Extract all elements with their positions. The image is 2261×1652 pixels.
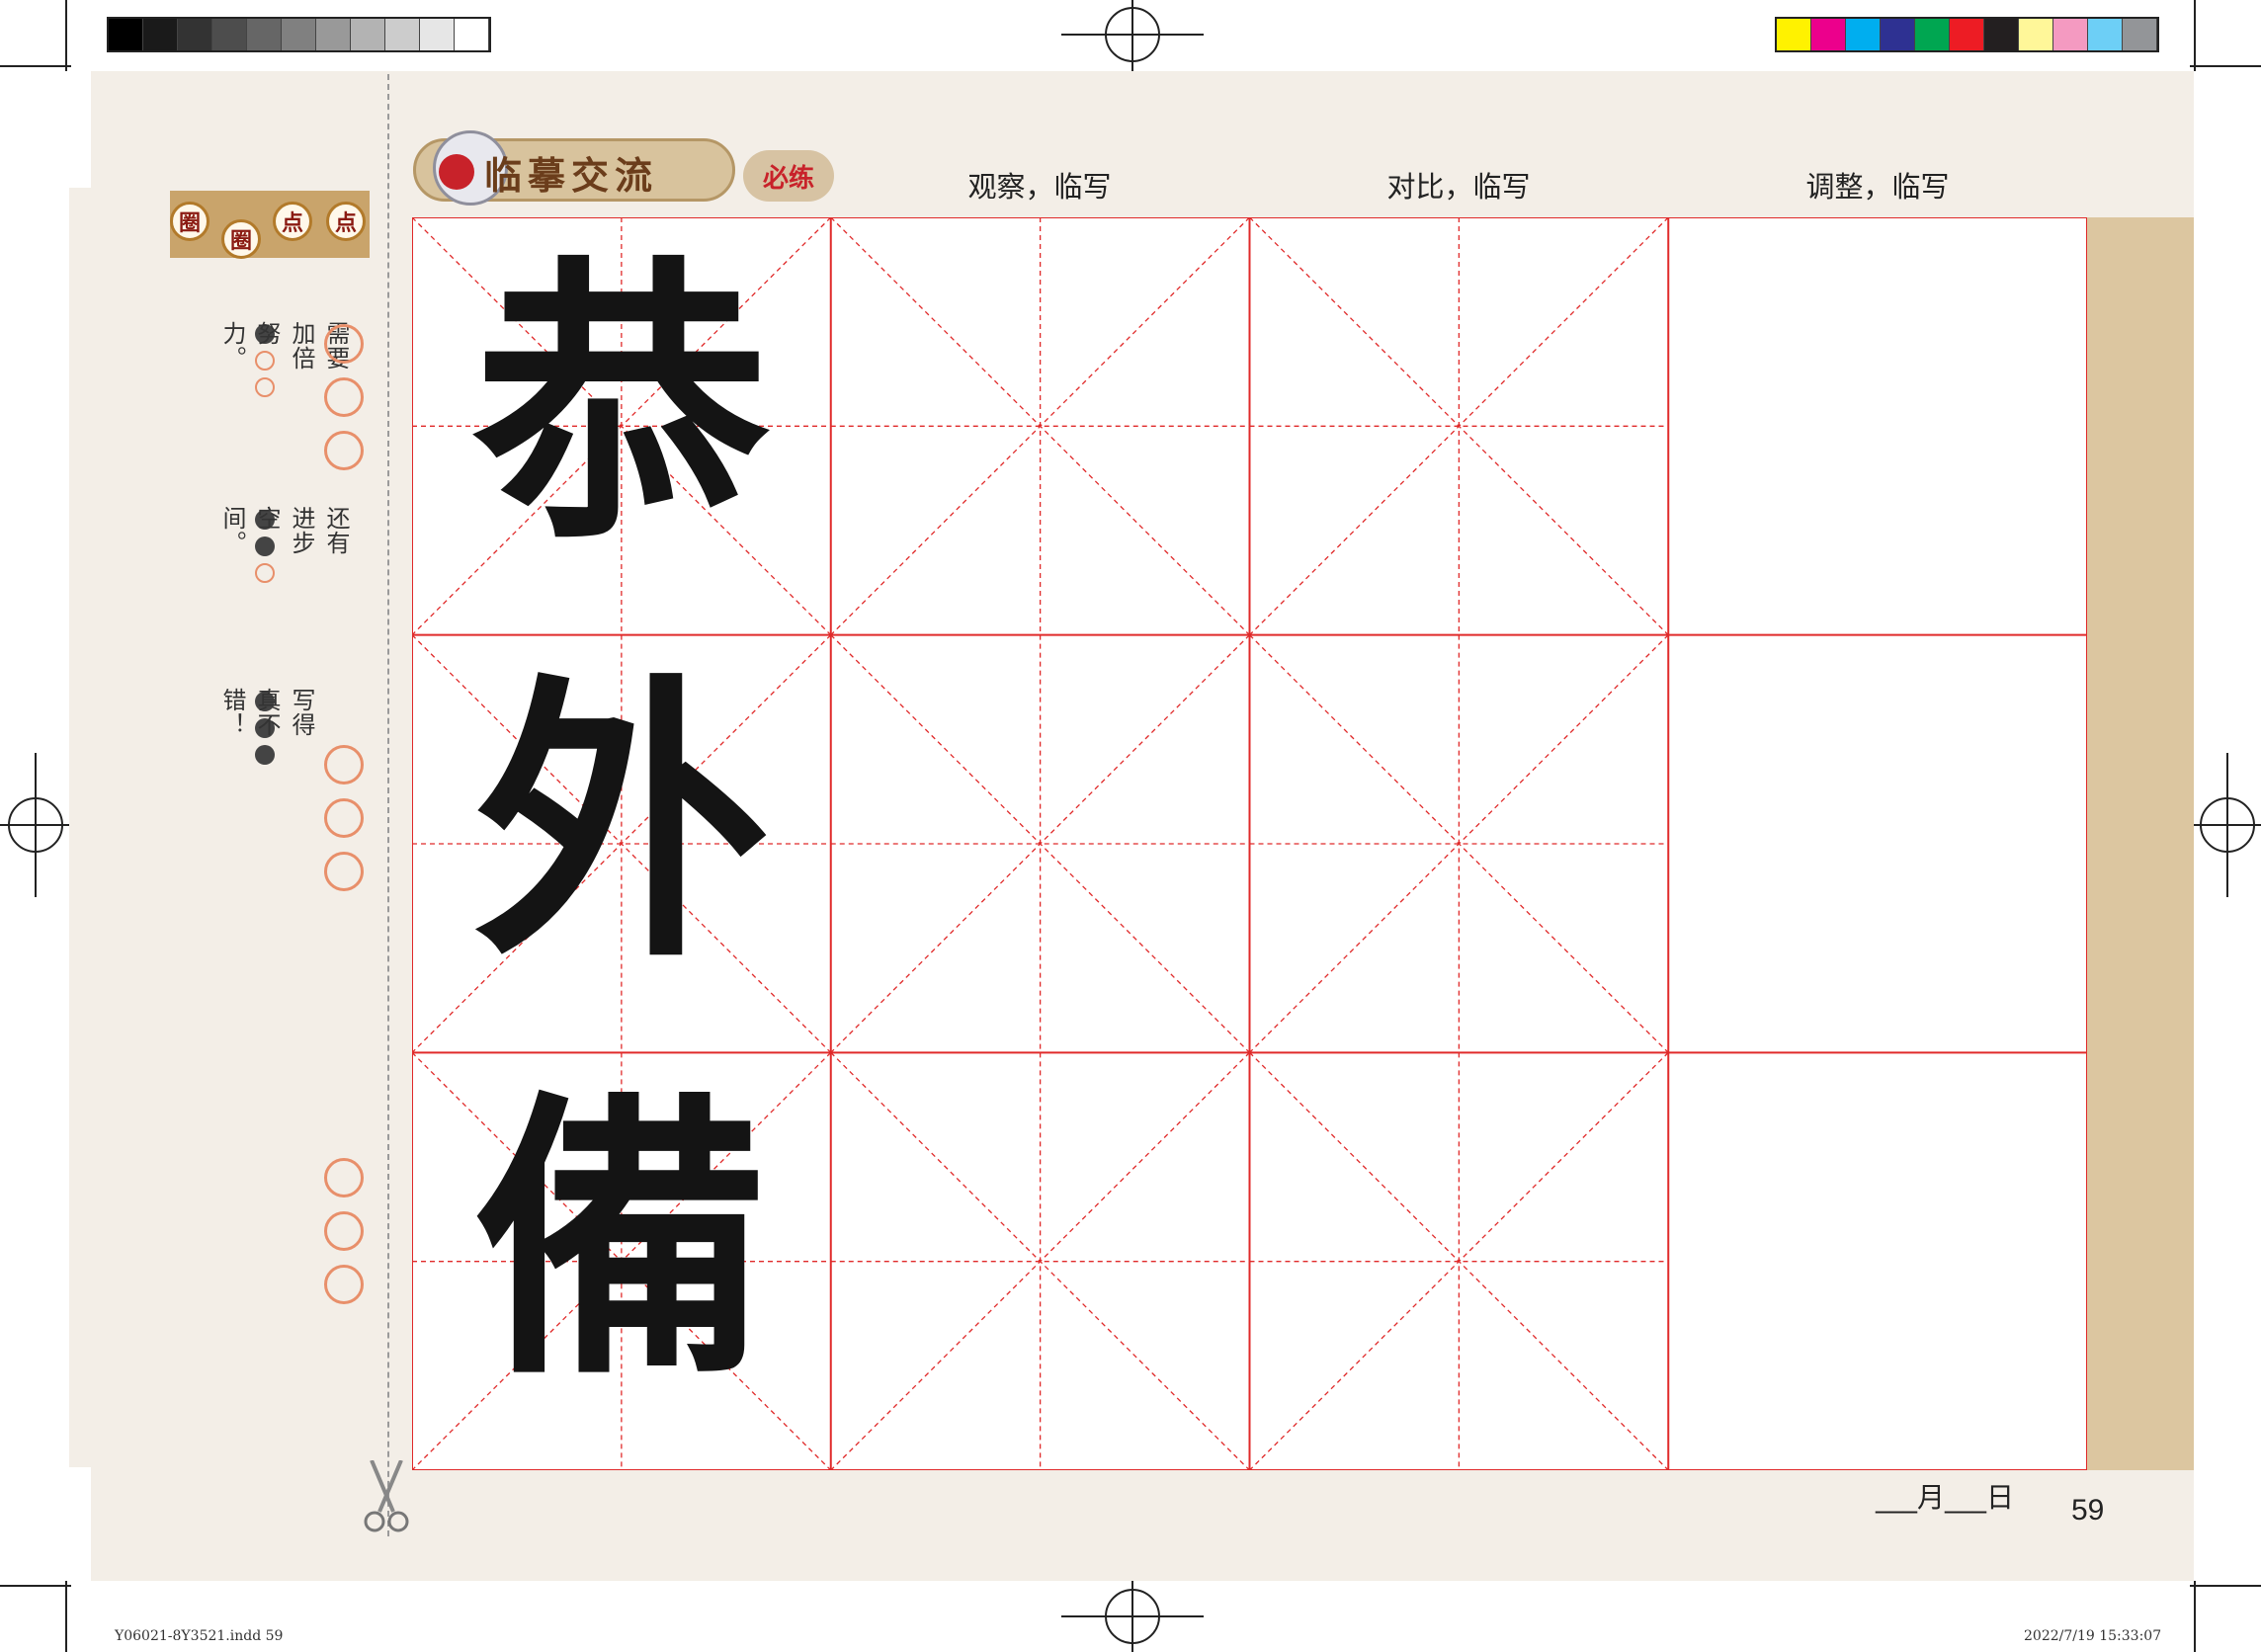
color-swatch — [1846, 19, 1881, 50]
gray-swatch — [420, 19, 455, 50]
file-slug: Y06021-8Y3521.indd 59 — [115, 1628, 284, 1644]
gray-swatch — [247, 19, 282, 50]
paper-texture-strip — [2087, 217, 2194, 1470]
rating-circle[interactable] — [324, 745, 364, 785]
rating-circle[interactable] — [324, 1158, 364, 1198]
rating-text: 写得真不错！ — [218, 688, 315, 737]
column-header-observe: 观察，临写 — [967, 170, 1112, 204]
mi-grid: 恭外備 — [412, 217, 2087, 1470]
rating-circle[interactable] — [324, 377, 364, 417]
color-swatch — [1881, 19, 1915, 50]
rating-circle[interactable] — [324, 1211, 364, 1251]
model-character: 備 — [473, 1066, 770, 1415]
model-character: 外 — [473, 648, 770, 997]
color-swatch — [1984, 19, 2019, 50]
color-calibration-bar — [1775, 17, 2159, 52]
crop-mark — [65, 0, 67, 71]
rating-circle[interactable] — [324, 852, 364, 891]
color-swatch — [2053, 19, 2088, 50]
badge-char: 圈 — [221, 219, 261, 259]
crop-mark — [0, 1585, 71, 1587]
gray-swatch — [316, 19, 351, 50]
badge-char: 点 — [273, 202, 312, 241]
date-field[interactable]: ___月___日 — [1876, 1476, 2014, 1516]
grayscale-calibration-bar — [107, 17, 491, 52]
color-swatch — [2019, 19, 2053, 50]
rating-dot — [255, 745, 275, 765]
badge-char: 点 — [326, 202, 366, 241]
badge-char: 圈 — [170, 202, 209, 241]
gray-swatch — [109, 19, 143, 50]
gray-swatch — [455, 19, 489, 50]
gray-swatch — [178, 19, 212, 50]
seal-icon — [439, 154, 474, 190]
rating-circle[interactable] — [324, 798, 364, 838]
model-character: 恭 — [468, 230, 774, 579]
column-header-compare: 对比，临写 — [1386, 170, 1531, 204]
crop-mark — [2194, 1581, 2196, 1652]
timestamp-slug: 2022/7/19 15:33:07 — [2024, 1628, 2162, 1644]
color-swatch — [1950, 19, 1984, 50]
color-swatch — [1915, 19, 1950, 50]
rating-dot — [255, 563, 275, 583]
gray-swatch — [143, 19, 178, 50]
crop-mark — [65, 1581, 67, 1652]
rating-dot — [255, 377, 275, 397]
color-swatch — [2088, 19, 2123, 50]
color-swatch — [1811, 19, 1846, 50]
color-swatch — [1777, 19, 1811, 50]
rating-circle[interactable] — [324, 324, 364, 364]
color-swatch — [2123, 19, 2157, 50]
rating-circle[interactable] — [324, 1265, 364, 1304]
page-tab — [69, 188, 93, 1467]
page-number: 59 — [2071, 1494, 2105, 1527]
gray-swatch — [212, 19, 247, 50]
cut-line — [387, 74, 389, 1536]
gray-swatch — [282, 19, 316, 50]
crop-mark — [0, 65, 71, 67]
section-title: 临摹交流 — [484, 154, 659, 198]
gray-swatch — [385, 19, 420, 50]
column-header-adjust: 调整，临写 — [1805, 170, 1950, 204]
scissors-icon — [364, 1460, 409, 1532]
rating-text: 还有进步空间。 — [218, 506, 350, 555]
rating-circle[interactable] — [324, 431, 364, 470]
crop-mark — [2190, 1585, 2261, 1587]
crop-mark — [2190, 65, 2261, 67]
gray-swatch — [351, 19, 385, 50]
crop-mark — [2194, 0, 2196, 71]
required-badge: 必练 — [743, 150, 834, 202]
